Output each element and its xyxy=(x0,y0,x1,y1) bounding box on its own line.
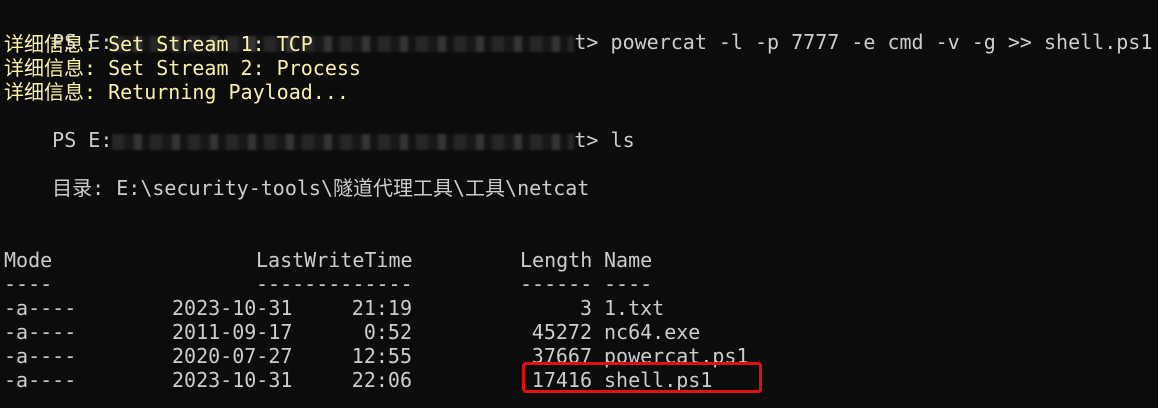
cell-date: 2011-09-17 xyxy=(172,320,293,344)
cell-mode: -a---- xyxy=(4,320,77,344)
prompt-line-2: PS E: t> ls xyxy=(4,104,634,152)
redacted-path xyxy=(112,133,575,150)
prompt-tail: t> xyxy=(574,128,599,152)
verbose-line: 详细信息: Set Stream 1: TCP xyxy=(4,32,313,56)
verbose-line: 详细信息: Returning Payload... xyxy=(4,80,349,104)
cell-time: 12:55 xyxy=(351,344,412,368)
cell-mode: -a---- xyxy=(4,296,77,320)
cell-time: 22:06 xyxy=(351,368,412,392)
underline-name: ---- xyxy=(604,272,653,296)
cell-name: nc64.exe xyxy=(604,320,701,344)
highlight-annotation-box xyxy=(522,362,762,393)
cell-time: 0:52 xyxy=(363,320,412,344)
cell-mode: -a---- xyxy=(4,344,77,368)
cell-length: 3 xyxy=(579,296,592,320)
header-lastwritetime: LastWriteTime xyxy=(256,248,413,272)
underline-length: ------ xyxy=(520,272,593,296)
header-name: Name xyxy=(604,248,653,272)
cell-name: 1.txt xyxy=(604,296,665,320)
terminal-window[interactable]: PS E: t> powercat -l -p 7777 -e cmd -v -g… xyxy=(0,0,1158,408)
command-text: ls xyxy=(598,128,635,152)
underline-mode: ---- xyxy=(4,272,53,296)
cell-time: 21:19 xyxy=(351,296,412,320)
prompt-tail: t> xyxy=(574,30,599,54)
command-text: powercat -l -p 7777 -e cmd -v -g >> shel… xyxy=(598,30,1153,54)
cell-length: 45272 xyxy=(531,320,592,344)
verbose-line: 详细信息: Set Stream 2: Process xyxy=(4,56,361,80)
cell-date: 2023-10-31 xyxy=(172,368,293,392)
cell-mode: -a---- xyxy=(4,368,77,392)
cell-date: 2023-10-31 xyxy=(172,296,293,320)
prompt-line-1: PS E: t> powercat -l -p 7777 -e cmd -v -g… xyxy=(4,6,1152,54)
header-length: Length xyxy=(520,248,593,272)
directory-label: 目录: E:\security-tools\隧道代理工具\工具\netcat xyxy=(4,176,590,200)
header-mode: Mode xyxy=(4,248,53,272)
cell-date: 2020-07-27 xyxy=(172,344,293,368)
underline-lastwritetime: ------------- xyxy=(256,272,413,296)
prompt-prefix: PS E: xyxy=(52,128,113,152)
